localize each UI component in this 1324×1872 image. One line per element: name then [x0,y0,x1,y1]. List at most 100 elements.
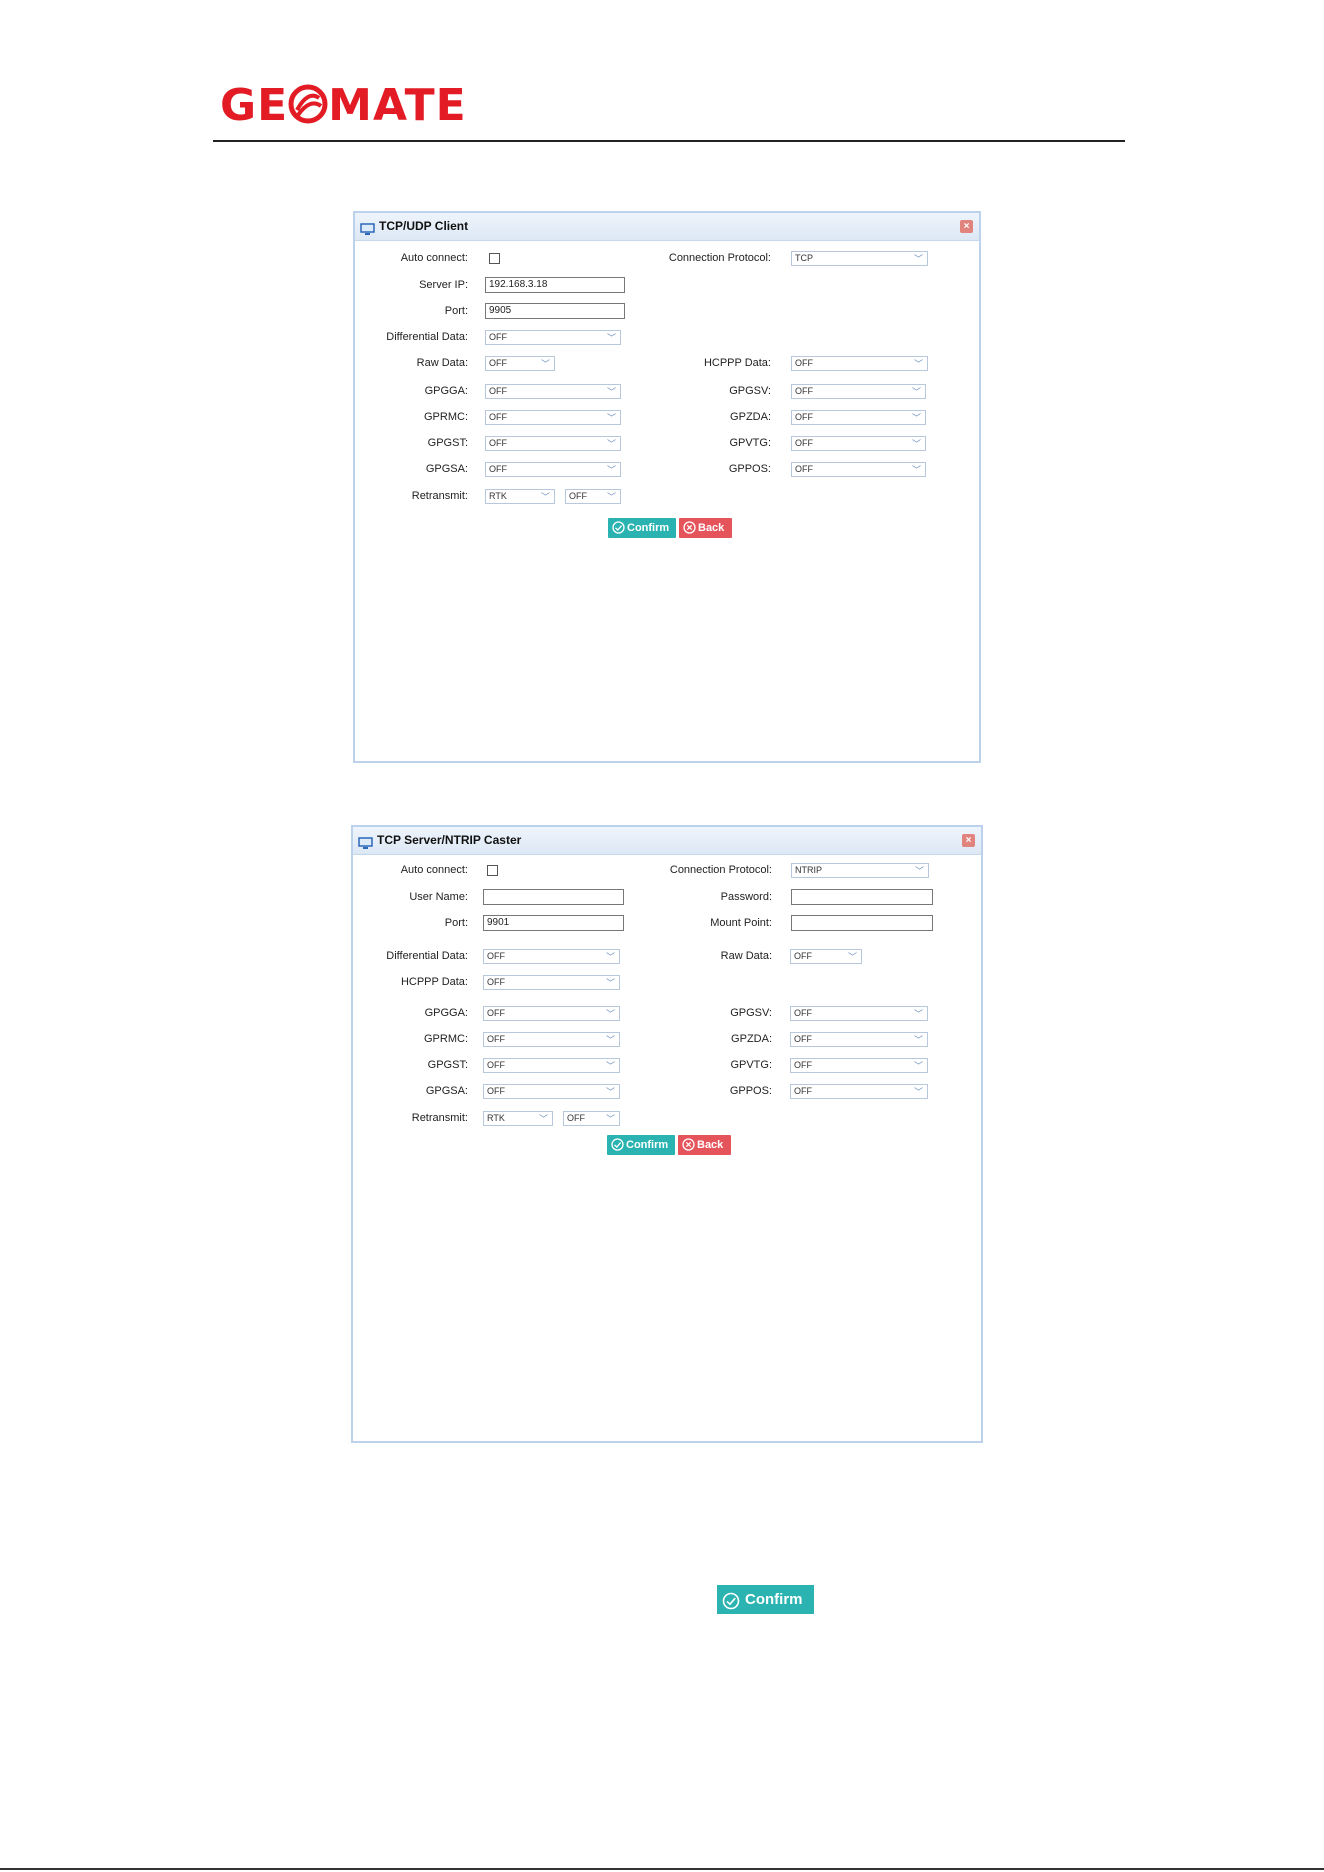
retransmit-type-select[interactable]: RTK ﹀ [483,1111,553,1126]
gpgga-select[interactable]: OFF ﹀ [483,1006,620,1021]
hcppp-data-select[interactable]: OFF ﹀ [791,356,928,371]
gpgst-label: GPGST: [427,437,468,449]
check-circle-icon [612,521,625,541]
close-icon[interactable]: × [960,220,973,233]
confirm-button[interactable]: Confirm [608,518,676,538]
gppos-label: GPPOS: [728,463,771,475]
gppos-select[interactable]: OFF ﹀ [790,1084,928,1099]
raw-data-select[interactable]: OFF ﹀ [790,949,862,964]
server-ip-input[interactable]: 192.168.3.18 [485,277,625,293]
header-divider [213,140,1125,142]
retransmit-value-select[interactable]: OFF ﹀ [565,489,621,504]
footer-divider [0,1868,1324,1870]
auto-connect-checkbox[interactable] [489,253,500,264]
password-label: Password: [720,891,772,903]
retransmit-label: Retransmit: [411,490,468,502]
auto-connect-checkbox[interactable] [487,865,498,876]
gpvtg-label: GPVTG: [730,1059,772,1071]
geomate-logo: GE MATE [220,84,467,132]
password-input[interactable] [791,889,933,905]
server-ip-label: Server IP: [419,279,468,291]
gpgga-label: GPGGA: [424,385,468,397]
gpvtg-label: GPVTG: [729,437,771,449]
gpvtg-select[interactable]: OFF ﹀ [791,436,926,451]
gpgsv-label: GPGSV: [729,385,771,397]
gpzda-select[interactable]: OFF ﹀ [790,1032,928,1047]
tcp-server-ntrip-window: TCP Server/NTRIP Caster × Auto connect: … [351,825,983,1443]
gpzda-select[interactable]: OFF ﹀ [791,410,926,425]
chevron-down-icon: ﹀ [540,359,550,369]
retransmit-value-select[interactable]: OFF ﹀ [563,1111,620,1126]
port-input[interactable]: 9905 [485,303,625,319]
chevron-down-icon: ﹀ [605,978,615,988]
retransmit-label: Retransmit: [411,1112,468,1124]
hcppp-data-label: HCPPP Data: [703,357,771,369]
window-title: TCP/UDP Client [379,219,469,233]
gpgsa-label: GPGSA: [425,463,468,475]
gprmc-select[interactable]: OFF ﹀ [485,410,621,425]
chevron-down-icon: ﹀ [911,465,921,475]
chevron-down-icon: ﹀ [605,1087,615,1097]
window-title-bar: TCP Server/NTRIP Caster × [353,827,981,855]
chevron-down-icon: ﹀ [606,333,616,343]
chevron-down-icon: ﹀ [605,1061,615,1071]
gprmc-select[interactable]: OFF ﹀ [483,1032,620,1047]
chevron-down-icon: ﹀ [606,387,616,397]
back-button[interactable]: Back [679,518,732,538]
gpgga-select[interactable]: OFF ﹀ [485,384,621,399]
gpgsv-select[interactable]: OFF ﹀ [791,384,926,399]
check-circle-icon [722,1591,740,1620]
chevron-down-icon: ﹀ [911,387,921,397]
logo-text-right: MATE [328,80,467,131]
mount-point-input[interactable] [791,915,933,931]
back-button[interactable]: Back [678,1135,731,1155]
differential-data-select[interactable]: OFF ﹀ [485,330,621,345]
connection-protocol-select[interactable]: NTRIP ﹀ [791,863,929,878]
gpgsa-select[interactable]: OFF ﹀ [485,462,621,477]
port-label: Port: [444,305,468,317]
confirm-button-illustration[interactable]: Confirm [717,1585,814,1614]
chevron-down-icon: ﹀ [913,1087,923,1097]
differential-data-select[interactable]: OFF ﹀ [483,949,620,964]
gpzda-label: GPZDA: [731,1033,772,1045]
tcp-udp-client-window: TCP/UDP Client × Auto connect: Connectio… [353,211,981,763]
gpgsa-label: GPGSA: [425,1085,468,1097]
chevron-down-icon: ﹀ [605,952,615,962]
chevron-down-icon: ﹀ [913,1061,923,1071]
user-name-input[interactable] [483,889,624,905]
chevron-down-icon: ﹀ [914,866,924,876]
window-title-bar: TCP/UDP Client × [355,213,979,241]
mount-point-label: Mount Point: [710,917,772,929]
chevron-down-icon: ﹀ [606,413,616,423]
chevron-down-icon: ﹀ [913,1009,923,1019]
gppos-label: GPPOS: [729,1085,772,1097]
chevron-down-icon: ﹀ [538,1114,548,1124]
gpgsv-select[interactable]: OFF ﹀ [790,1006,928,1021]
chevron-down-icon: ﹀ [605,1114,615,1124]
chevron-down-icon: ﹀ [913,359,923,369]
logo-text-left: GE [220,80,289,131]
gpgst-select[interactable]: OFF ﹀ [483,1058,620,1073]
raw-data-select[interactable]: OFF ﹀ [485,356,555,371]
connection-protocol-label: Connection Protocol: [669,864,772,876]
port-input[interactable]: 9901 [483,915,624,931]
connection-protocol-select[interactable]: TCP ﹀ [791,251,928,266]
gprmc-label: GPRMC: [424,1033,468,1045]
chevron-down-icon: ﹀ [911,413,921,423]
gppos-select[interactable]: OFF ﹀ [791,462,926,477]
gpvtg-select[interactable]: OFF ﹀ [790,1058,928,1073]
chevron-down-icon: ﹀ [913,1035,923,1045]
chevron-down-icon: ﹀ [605,1009,615,1019]
retransmit-type-select[interactable]: RTK ﹀ [485,489,555,504]
gpgst-label: GPGST: [427,1059,468,1071]
logo-mark-icon [288,84,328,132]
chevron-down-icon: ﹀ [606,439,616,449]
gpgst-select[interactable]: OFF ﹀ [485,436,621,451]
user-name-label: User Name: [409,891,468,903]
gpgsa-select[interactable]: OFF ﹀ [483,1084,620,1099]
window-title: TCP Server/NTRIP Caster [377,833,522,847]
confirm-button[interactable]: Confirm [607,1135,675,1155]
hcppp-data-select[interactable]: OFF ﹀ [483,975,620,990]
gpzda-label: GPZDA: [730,411,771,423]
close-icon[interactable]: × [962,834,975,847]
